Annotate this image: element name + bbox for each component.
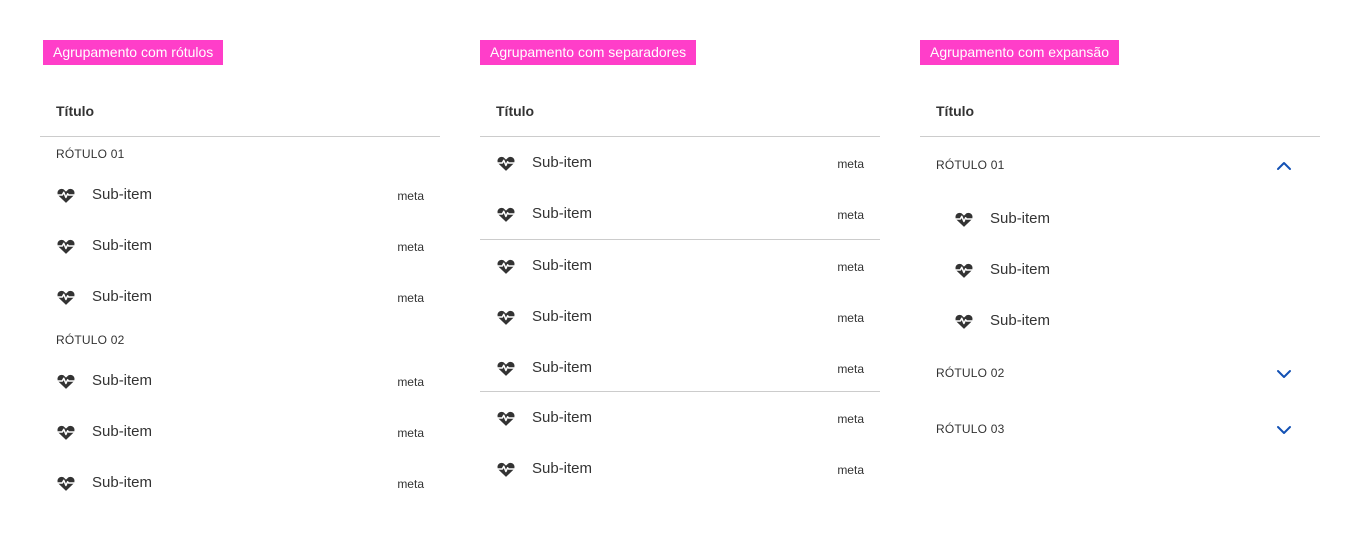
group-label: RÓTULO 01 (936, 158, 1005, 172)
list-item[interactable]: Sub-item (920, 296, 1320, 347)
list-item[interactable]: Sub-item meta (480, 241, 880, 292)
list-item[interactable]: Sub-item meta (40, 356, 440, 407)
item-meta: meta (837, 208, 864, 222)
group-header-rotulo-02[interactable]: RÓTULO 02 (920, 354, 1320, 394)
item-meta: meta (837, 412, 864, 426)
list-item[interactable]: Sub-item meta (480, 292, 880, 343)
list-title: Título (56, 103, 95, 119)
list-item[interactable]: Sub-item meta (40, 170, 440, 221)
heartbeat-icon (496, 307, 516, 327)
group-header-rotulo-01[interactable]: RÓTULO 01 (920, 146, 1320, 186)
list-item[interactable]: Sub-item meta (40, 221, 440, 272)
chevron-up-icon[interactable] (1276, 158, 1292, 174)
item-meta: meta (397, 291, 424, 305)
group-separator (480, 391, 880, 392)
heartbeat-icon (954, 209, 974, 229)
list-item[interactable]: Sub-item meta (40, 272, 440, 323)
heartbeat-icon (56, 371, 76, 391)
item-meta: meta (397, 240, 424, 254)
item-label: Sub-item (532, 308, 593, 325)
item-label: Sub-item (532, 205, 593, 222)
item-label: Sub-item (532, 154, 593, 171)
group-label: RÓTULO 03 (936, 422, 1005, 436)
item-label: Sub-item (990, 261, 1051, 278)
heartbeat-icon (56, 236, 76, 256)
item-label: Sub-item (92, 237, 153, 254)
item-label: Sub-item (990, 210, 1051, 227)
title-divider (920, 136, 1320, 137)
heartbeat-icon (496, 358, 516, 378)
item-label: Sub-item (990, 312, 1051, 329)
heartbeat-icon (954, 311, 974, 331)
title-divider (480, 136, 880, 137)
item-meta: meta (397, 426, 424, 440)
item-label: Sub-item (92, 186, 153, 203)
heartbeat-icon (496, 204, 516, 224)
group-label: RÓTULO 02 (56, 333, 125, 347)
heartbeat-icon (954, 260, 974, 280)
heartbeat-icon (56, 473, 76, 493)
item-label: Sub-item (532, 409, 593, 426)
item-label: Sub-item (92, 474, 153, 491)
panel-grouping-labels: Agrupamento com rótulos Título RÓTULO 01… (40, 0, 440, 549)
list-title: Título (496, 103, 535, 119)
section-tag: Agrupamento com separadores (480, 40, 697, 65)
heartbeat-icon (496, 408, 516, 428)
heartbeat-icon (496, 256, 516, 276)
list-item[interactable]: Sub-item meta (480, 343, 880, 394)
item-meta: meta (837, 311, 864, 325)
item-meta: meta (837, 157, 864, 171)
item-label: Sub-item (532, 460, 593, 477)
title-divider (40, 136, 440, 137)
list-title: Título (936, 103, 975, 119)
group-separator (480, 239, 880, 240)
section-tag: Agrupamento com rótulos (43, 40, 224, 65)
list-item[interactable]: Sub-item meta (480, 393, 880, 444)
list-item[interactable]: Sub-item (920, 245, 1320, 296)
heartbeat-icon (496, 459, 516, 479)
item-meta: meta (397, 189, 424, 203)
heartbeat-icon (496, 153, 516, 173)
section-tag: Agrupamento com expansão (920, 40, 1119, 65)
chevron-down-icon[interactable] (1276, 366, 1292, 382)
list-item[interactable]: Sub-item (920, 194, 1320, 245)
list-item[interactable]: Sub-item meta (480, 138, 880, 189)
item-meta: meta (837, 463, 864, 477)
group-label: RÓTULO 02 (936, 366, 1005, 380)
item-label: Sub-item (92, 372, 153, 389)
heartbeat-icon (56, 287, 76, 307)
list-item[interactable]: Sub-item meta (480, 444, 880, 495)
list-item[interactable]: Sub-item meta (40, 407, 440, 458)
item-label: Sub-item (92, 288, 153, 305)
item-label: Sub-item (532, 257, 593, 274)
item-meta: meta (837, 260, 864, 274)
heartbeat-icon (56, 422, 76, 442)
chevron-down-icon[interactable] (1276, 422, 1292, 438)
panel-grouping-separators: Agrupamento com separadores Título Sub-i… (480, 0, 880, 549)
panel-grouping-expansion: Agrupamento com expansão Título RÓTULO 0… (920, 0, 1320, 549)
list-item[interactable]: Sub-item meta (40, 458, 440, 509)
heartbeat-icon (56, 185, 76, 205)
group-header-rotulo-03[interactable]: RÓTULO 03 (920, 410, 1320, 450)
item-meta: meta (837, 362, 864, 376)
item-meta: meta (397, 375, 424, 389)
item-label: Sub-item (532, 359, 593, 376)
group-label: RÓTULO 01 (56, 147, 125, 161)
item-meta: meta (397, 477, 424, 491)
list-item[interactable]: Sub-item meta (480, 189, 880, 240)
item-label: Sub-item (92, 423, 153, 440)
